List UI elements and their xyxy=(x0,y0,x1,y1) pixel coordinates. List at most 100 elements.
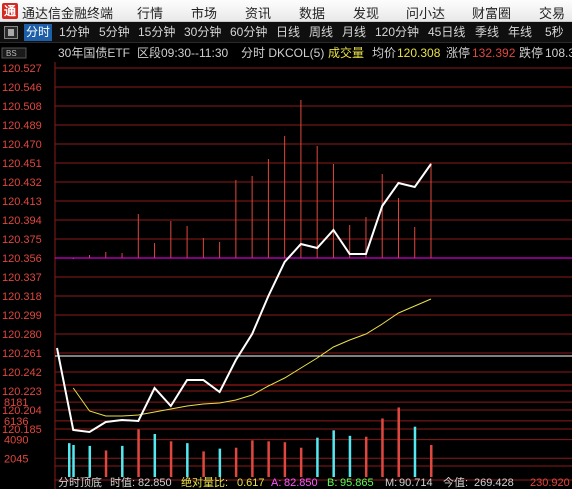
menu-item-market[interactable]: 市场 xyxy=(191,3,217,22)
volume-bar xyxy=(348,435,352,477)
volume-bar xyxy=(218,448,222,477)
menu-bar: 通 通达信金融终端 行情 市场 资讯 数据 发现 问小达 财富圈 交易 xyxy=(0,0,572,22)
price-tick-label: 120.489 xyxy=(2,120,42,132)
indicator-status-bar: 分时顶底 时值: 82.850 绝对量比: 0.617 A: 82.850 B:… xyxy=(0,477,572,489)
indicator-label: 分时顶底 xyxy=(58,477,102,489)
current-value: 269.428 xyxy=(474,477,514,489)
limit-down-label: 跌停 xyxy=(519,46,544,60)
b-label: B: xyxy=(327,477,338,489)
volume-bar xyxy=(202,451,205,477)
price-tick-label: 120.508 xyxy=(2,101,42,113)
price-tick-label: 120.375 xyxy=(2,234,42,246)
volume-bar xyxy=(316,437,319,477)
period-tab-30min[interactable]: 30分钟 xyxy=(182,24,223,41)
menu-item-ask-assistant[interactable]: 问小达 xyxy=(406,3,445,22)
period-tab-weekly[interactable]: 周线 xyxy=(307,24,335,41)
volume-bar xyxy=(153,434,157,477)
period-tab-monthly[interactable]: 月线 xyxy=(340,24,368,41)
price-tick-label: 120.470 xyxy=(2,139,42,151)
period-tab-45day[interactable]: 45日线 xyxy=(426,24,467,41)
volume-bar xyxy=(88,445,92,477)
price-tick-label: 120.280 xyxy=(2,329,42,341)
volume-ratio-value: 0.617 xyxy=(237,477,265,489)
value-number: 82.850 xyxy=(138,477,172,489)
period-tab-120min[interactable]: 120分钟 xyxy=(373,24,421,41)
price-tick-label: 120.451 xyxy=(2,158,42,170)
menu-item-discover[interactable]: 发现 xyxy=(353,3,379,22)
current-label: 今值: xyxy=(443,477,469,489)
limit-up-label: 涨停 xyxy=(446,46,471,60)
volume-bar xyxy=(267,441,270,477)
volume-bar xyxy=(251,440,254,477)
period-toolbar: 分时 1分钟 5分钟 15分钟 30分钟 60分钟 日线 周线 月线 120分钟… xyxy=(0,22,572,43)
volume-bar xyxy=(299,447,303,477)
app-logo-icon: 通 xyxy=(2,3,18,19)
menu-item-news[interactable]: 资讯 xyxy=(245,3,271,22)
m-value: 90.714 xyxy=(399,477,433,489)
security-name: 30年国债ETF xyxy=(58,46,131,60)
volume-bar xyxy=(104,450,108,477)
panel-toggle-icon[interactable] xyxy=(4,26,18,39)
chart-info-bar: 30年国债ETF 区段09:30--11:30 分时 DKCOL(5) 成交量 … xyxy=(0,45,572,62)
volume-bar xyxy=(137,429,140,477)
price-tick-label: 120.299 xyxy=(2,310,42,322)
volume-tick-label: 8181 xyxy=(4,397,28,409)
a-value: 82.850 xyxy=(284,477,318,489)
volume-bar xyxy=(234,447,238,477)
price-tick-label: 120.394 xyxy=(2,215,42,227)
indicator-bars xyxy=(72,100,432,259)
app-title: 通达信金融终端 xyxy=(22,6,114,21)
period-tab-1min[interactable]: 1分钟 xyxy=(57,24,92,41)
value-label: 时值: xyxy=(110,477,136,489)
session-range: 区段09:30--11:30 xyxy=(137,46,229,60)
menu-item-market-quotes[interactable]: 行情 xyxy=(137,3,163,22)
volume-bar xyxy=(364,436,368,477)
avg-price-value: 120.308 xyxy=(397,46,441,60)
volume-bar xyxy=(121,445,124,477)
price-tick-label: 120.356 xyxy=(2,253,42,265)
volume-tick-label: 6136 xyxy=(4,416,28,428)
price-line xyxy=(56,163,432,434)
period-tab-5min[interactable]: 5分钟 xyxy=(97,24,132,41)
indicator-name: 分时 DKCOL(5) xyxy=(241,46,325,60)
price-tick-label: 120.432 xyxy=(2,177,42,189)
grid-lines xyxy=(55,67,572,481)
avg-price-label: 均价 xyxy=(372,46,397,60)
b-value: 95.865 xyxy=(340,477,374,489)
price-tick-label: 120.527 xyxy=(2,63,42,75)
volume-bar xyxy=(72,444,75,477)
volume-bar xyxy=(430,444,433,477)
period-tab-60min[interactable]: 60分钟 xyxy=(228,24,269,41)
volume-bar xyxy=(169,441,173,477)
volume-bar xyxy=(413,426,417,477)
volume-bar xyxy=(332,430,335,477)
period-tab-15min[interactable]: 15分钟 xyxy=(136,24,177,41)
volume-ratio-label: 绝对量比: xyxy=(181,477,229,489)
menu-item-wealth-circle[interactable]: 财富圈 xyxy=(472,3,511,22)
period-tab-5sec[interactable]: 5秒 xyxy=(543,24,566,41)
period-tab-yearly[interactable]: 年线 xyxy=(506,24,534,41)
menu-item-data[interactable]: 数据 xyxy=(299,3,325,22)
period-tab-intraday[interactable]: 分时 xyxy=(24,24,53,41)
volume-bars xyxy=(68,407,433,477)
menu-item-trade[interactable]: 交易 xyxy=(539,3,565,22)
volume-bar xyxy=(283,442,287,477)
price-tick-label: 120.261 xyxy=(2,348,42,360)
volume-bar xyxy=(397,407,400,477)
m-label: M: xyxy=(385,477,398,489)
a-label: A: xyxy=(271,477,282,489)
price-tick-label: 120.318 xyxy=(2,291,42,303)
volume-tick-label: 4090 xyxy=(4,435,28,447)
volume-bar xyxy=(68,443,71,477)
intraday-chart[interactable]: BS 120.527120.546120.508120.489120.47012… xyxy=(0,45,572,489)
price-tick-label: 120.546 xyxy=(2,82,42,94)
limit-up-value: 132.392 xyxy=(472,46,516,60)
volume-legend: 成交量 xyxy=(328,46,365,60)
period-tab-quarterly[interactable]: 季线 xyxy=(473,24,501,41)
volume-bar xyxy=(381,418,384,477)
volume-tick-label: 2045 xyxy=(4,453,28,465)
price-tick-label: 120.337 xyxy=(2,272,42,284)
extra-value: 230.920 xyxy=(530,477,570,489)
price-axis: 120.527 120.546 120.508 120.489 120.470 120.4… xyxy=(2,63,42,436)
period-tab-daily[interactable]: 日线 xyxy=(274,24,302,41)
